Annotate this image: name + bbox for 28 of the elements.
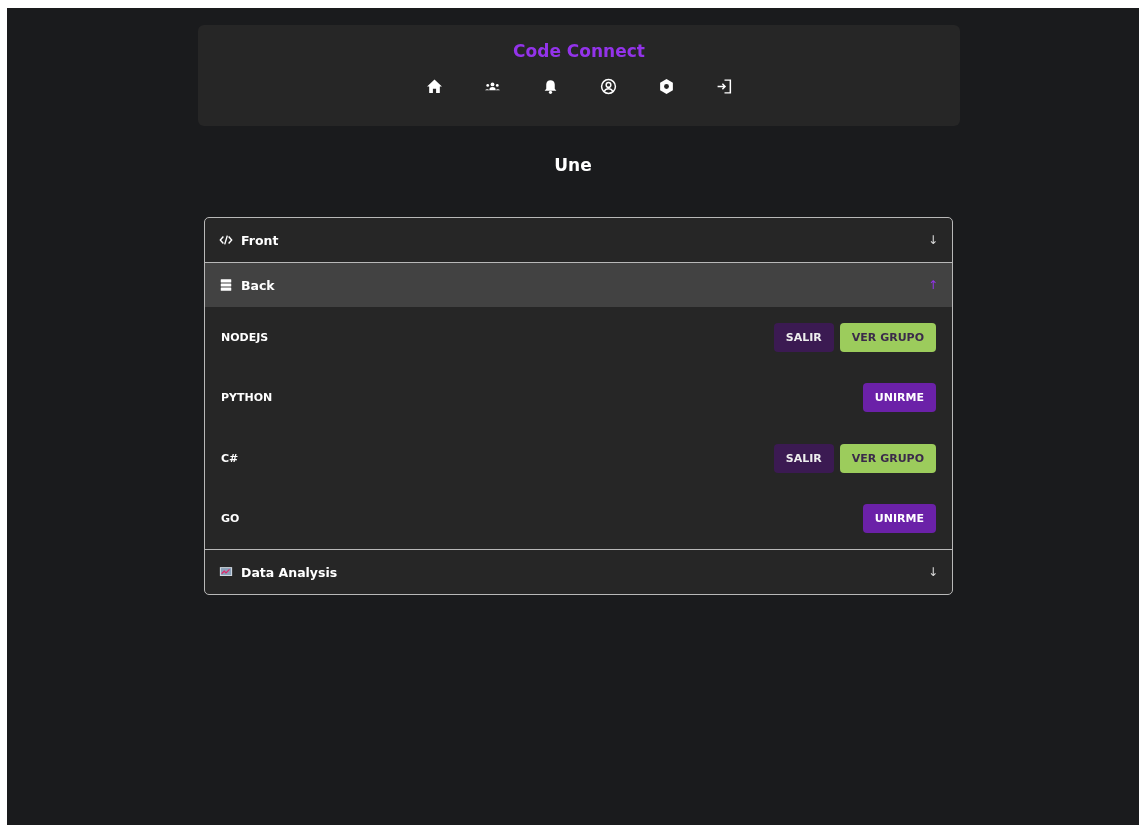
- home-icon[interactable]: [425, 78, 443, 95]
- group-name: GO: [221, 512, 240, 526]
- group-name: C#: [221, 451, 239, 465]
- arrow-icon: ↑: [927, 278, 938, 292]
- join-button[interactable]: UNIRME: [862, 383, 936, 413]
- code-icon: [219, 233, 233, 247]
- section-header[interactable]: Data Analysis ↓: [205, 549, 952, 594]
- section-header[interactable]: Front ↓: [205, 218, 952, 262]
- server-icon: [219, 278, 233, 292]
- settings-icon[interactable]: [657, 78, 675, 95]
- group-name: NODEJS: [221, 330, 269, 344]
- view-group-button[interactable]: VER GRUPO: [839, 322, 936, 352]
- user-circle-icon[interactable]: [599, 78, 617, 95]
- leave-button[interactable]: SALIR: [773, 443, 834, 473]
- chart-icon: [219, 565, 233, 579]
- logout-icon[interactable]: [715, 78, 733, 95]
- section-title: Data Analysis: [241, 564, 339, 580]
- leave-button[interactable]: SALIR: [773, 322, 834, 352]
- section-title: Back: [241, 277, 276, 293]
- app-title: Code Connect: [513, 41, 645, 61]
- section-header[interactable]: Back ↑: [205, 262, 952, 307]
- arrow-icon: ↓: [927, 233, 938, 247]
- section-title: Front: [241, 232, 280, 248]
- arrow-icon: ↓: [927, 565, 938, 579]
- join-button[interactable]: UNIRME: [862, 504, 936, 534]
- page-title: Une: [553, 155, 593, 177]
- view-group-button[interactable]: VER GRUPO: [839, 443, 936, 473]
- group-name: PYTHON: [221, 391, 273, 405]
